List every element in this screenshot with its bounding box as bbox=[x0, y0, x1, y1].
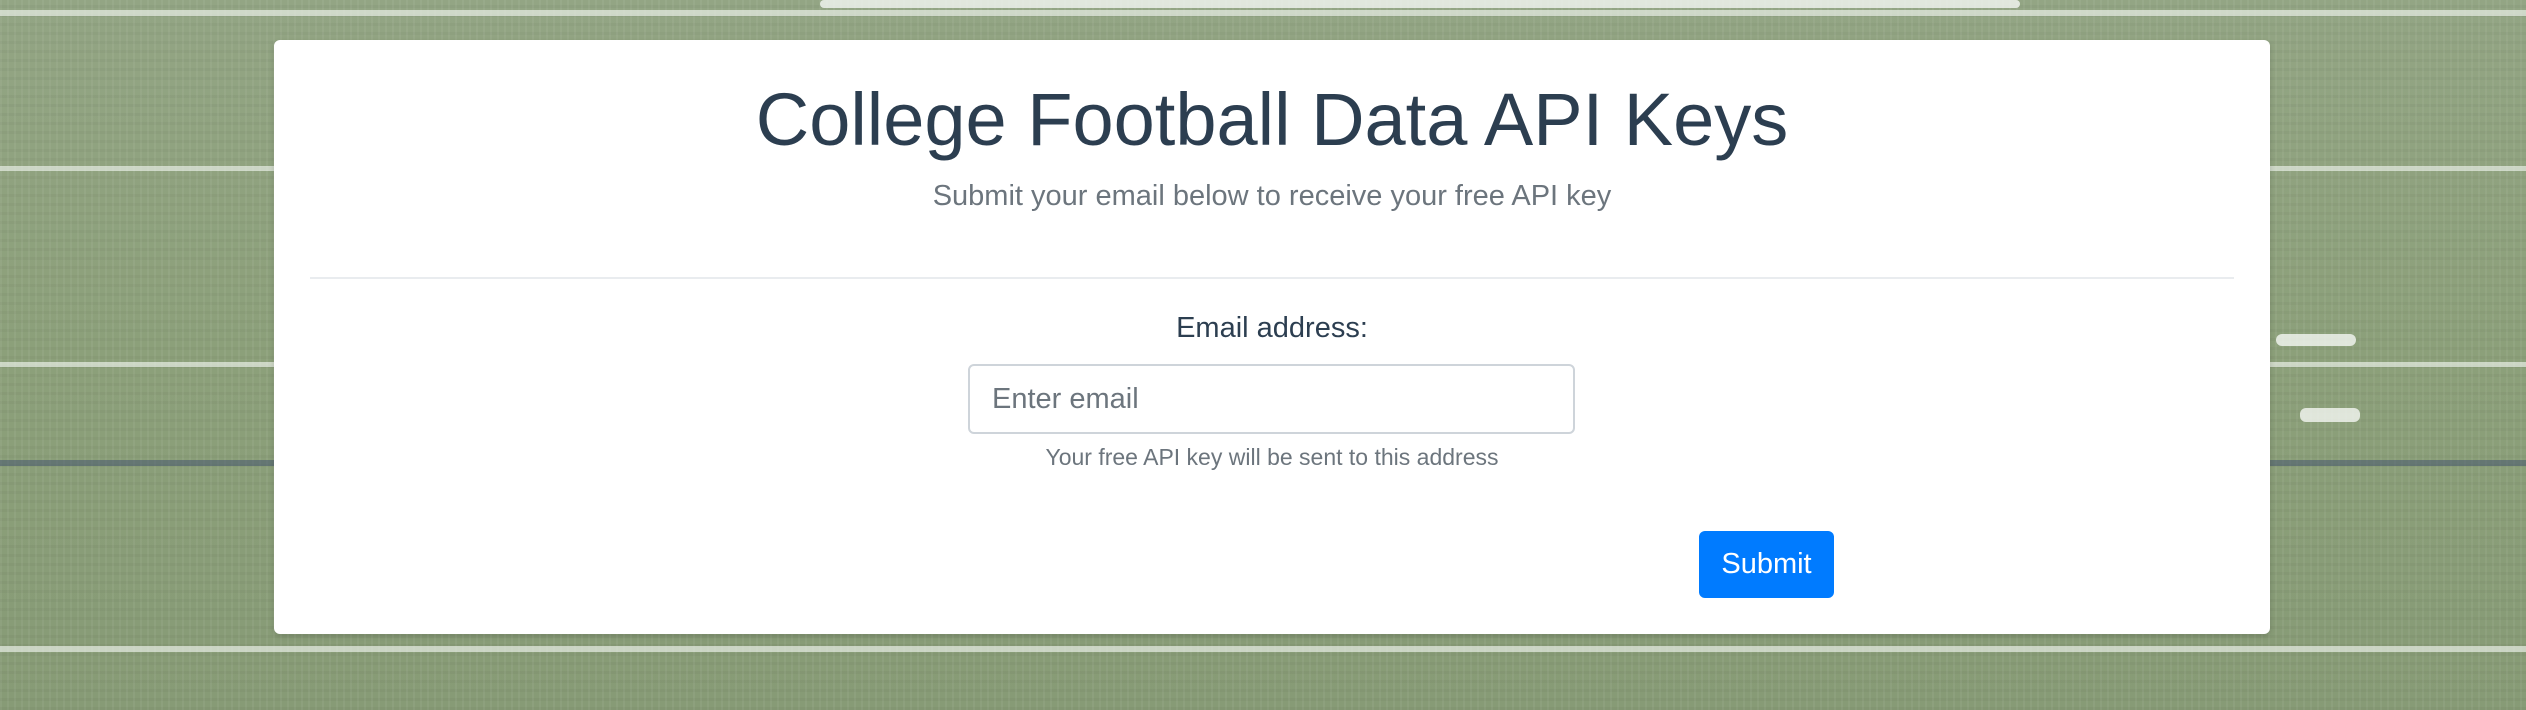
hash-mark bbox=[2300, 408, 2360, 422]
email-help-text: Your free API key will be sent to this a… bbox=[1045, 444, 1499, 470]
hash-mark bbox=[2276, 334, 2356, 346]
page-title: College Football Data API Keys bbox=[755, 78, 1789, 161]
page-subtitle: Submit your email below to receive your … bbox=[932, 180, 1612, 212]
email-input[interactable] bbox=[968, 364, 1575, 434]
yard-line bbox=[0, 646, 2526, 652]
submit-button[interactable]: Submit bbox=[1699, 531, 1834, 598]
email-label: Email address: bbox=[1176, 312, 1368, 344]
yard-line bbox=[0, 10, 2526, 16]
divider bbox=[310, 277, 2234, 279]
hash-mark bbox=[820, 0, 2020, 8]
api-key-card: College Football Data API Keys Submit yo… bbox=[274, 40, 2270, 634]
